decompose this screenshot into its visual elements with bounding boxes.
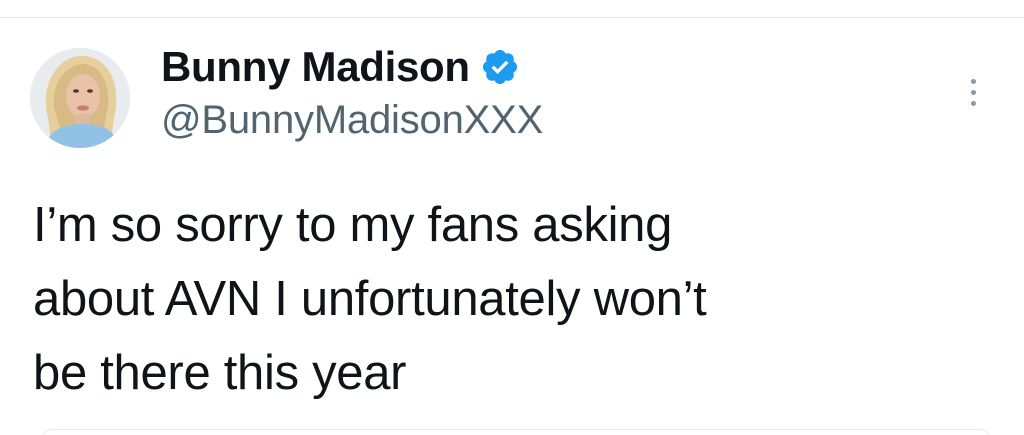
- tweet-text: I’m so sorry to my fans asking about AVN…: [33, 198, 707, 400]
- user-handle[interactable]: @BunnyMadisonXXX: [161, 98, 543, 143]
- author-info[interactable]: Bunny Madison @BunnyMadisonXXX: [161, 40, 543, 143]
- embedded-card-edge: [40, 429, 992, 435]
- more-vertical-icon-dot: [970, 89, 976, 95]
- verified-badge-icon: [480, 47, 520, 87]
- avatar-image: [30, 48, 130, 148]
- tweet-card[interactable]: Bunny Madison @BunnyMadisonXXX I’m so so…: [0, 18, 1024, 435]
- display-name[interactable]: Bunny Madison: [161, 43, 470, 91]
- name-row: Bunny Madison: [161, 40, 543, 94]
- avatar[interactable]: [30, 48, 130, 148]
- more-vertical-icon-dot: [970, 100, 976, 106]
- more-options-button[interactable]: [958, 72, 988, 112]
- more-vertical-icon: [970, 78, 976, 84]
